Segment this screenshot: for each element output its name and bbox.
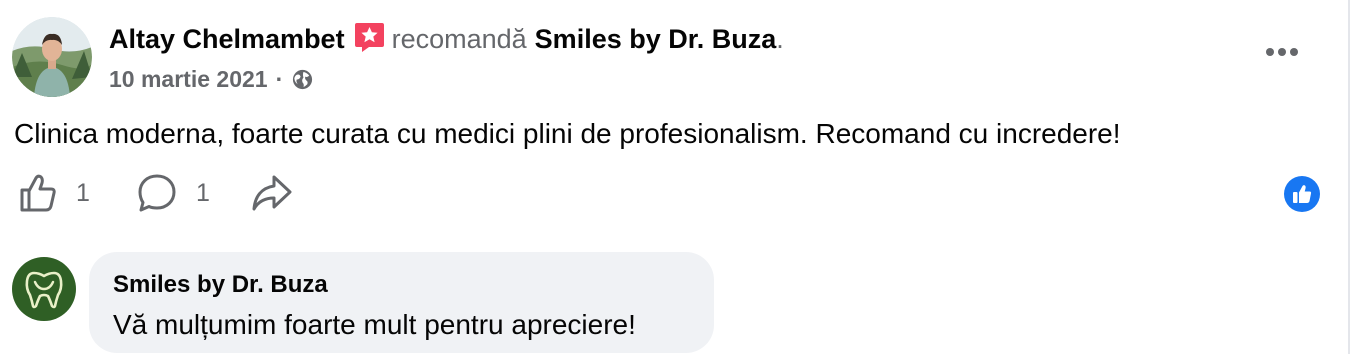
comment-button[interactable]: 1 <box>136 172 210 214</box>
globe-icon <box>291 68 314 91</box>
share-button[interactable] <box>250 172 294 214</box>
post-meta: 10 martie 2021 · <box>109 64 314 94</box>
author-name[interactable]: Altay Chelmambet <box>109 24 345 55</box>
like-reaction-icon[interactable] <box>1284 176 1320 212</box>
recommend-star-icon <box>353 21 386 54</box>
more-options-button[interactable] <box>1262 37 1302 67</box>
more-dots-icon <box>1266 48 1298 56</box>
post-text: Clinica moderna, foarte curata cu medici… <box>14 118 1121 149</box>
author-line: Altay Chelmambet recomandă Smiles by Dr.… <box>109 21 784 57</box>
sentence-period: . <box>776 23 784 54</box>
comment-count: 1 <box>196 178 210 207</box>
author-avatar[interactable] <box>12 17 92 97</box>
reply-text: Vă mulțumim foarte mult pentru apreciere… <box>113 309 636 340</box>
speech-bubble-icon <box>138 174 176 212</box>
reply-bubble: Smiles by Dr. Buza Vă mulțumim foarte mu… <box>89 252 714 353</box>
tooth-logo-icon <box>25 271 63 309</box>
post-date[interactable]: 10 martie 2021 <box>109 66 268 93</box>
recommended-page-name[interactable]: Smiles by Dr. Buza <box>535 24 777 55</box>
share-arrow-icon <box>252 175 292 211</box>
review-card: Altay Chelmambet recomandă Smiles by Dr.… <box>0 0 1350 354</box>
reply-author[interactable]: Smiles by Dr. Buza <box>113 271 328 299</box>
like-count: 1 <box>76 178 90 207</box>
meta-separator: · <box>275 65 284 92</box>
recommend-verb: recomandă <box>391 23 527 54</box>
like-button[interactable]: 1 <box>18 172 90 214</box>
thumbs-up-outline-icon <box>20 174 56 212</box>
clinic-avatar[interactable] <box>12 257 76 321</box>
